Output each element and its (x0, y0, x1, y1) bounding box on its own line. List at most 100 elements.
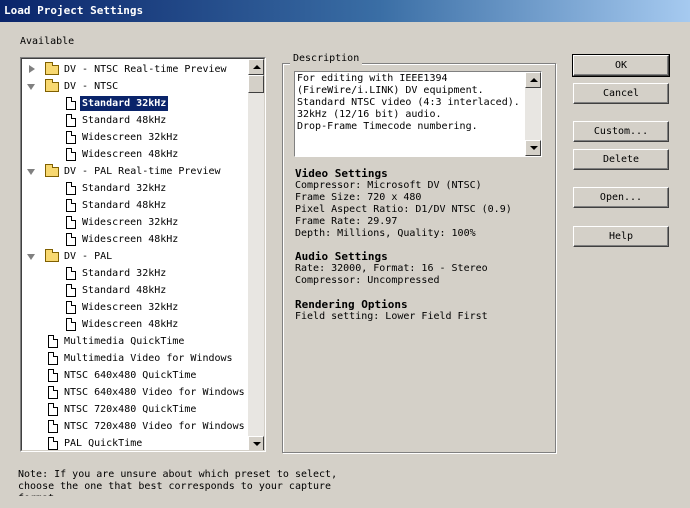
tree-preset-item[interactable]: Widescreen 48kHz (22, 146, 250, 163)
tree-preset-item[interactable]: Standard 48kHz (22, 112, 250, 129)
tree-item-label: Multimedia QuickTime (64, 336, 185, 347)
tree-item-label: NTSC 720x480 Video for Windows (64, 421, 245, 432)
video-line: Depth: Millions, Quality: 100% (295, 228, 476, 239)
tree-item-label: Widescreen 32kHz (82, 132, 179, 143)
tree-item-label: PAL QuickTime (64, 438, 143, 449)
rendering-options-section: Rendering Options Field setting: Lower F… (295, 299, 488, 323)
tree-preset-item[interactable]: Standard 48kHz (22, 197, 250, 214)
tree-item-label: Standard 32kHz (80, 96, 169, 111)
tree-item-label: Widescreen 48kHz (82, 319, 179, 330)
description-legend: Description (290, 52, 363, 66)
help-button[interactable]: Help (573, 226, 669, 247)
tree-item-label: NTSC 640x480 QuickTime (64, 370, 197, 381)
tree-preset-item[interactable]: NTSC 640x480 QuickTime (22, 367, 250, 384)
tree-item-label: Standard 48kHz (82, 285, 167, 296)
tree-folder-item[interactable]: DV - NTSC (22, 78, 250, 95)
expanded-arrow-icon[interactable] (27, 254, 35, 260)
desc-scroll-down-button[interactable] (525, 140, 541, 156)
document-icon (66, 148, 76, 161)
description-box[interactable]: For editing with IEEE1394 (FireWire/i.LI… (294, 71, 542, 157)
open-button[interactable]: Open... (573, 187, 669, 208)
tree-preset-item[interactable]: Widescreen 32kHz (22, 129, 250, 146)
delete-button[interactable]: Delete (573, 149, 669, 170)
rendering-line: Field setting: Lower Field First (295, 311, 488, 322)
note-text: Note: If you are unsure about which pres… (18, 469, 338, 496)
tree-preset-item[interactable]: Standard 32kHz (22, 95, 250, 112)
tree-item-label: Standard 32kHz (82, 183, 167, 194)
document-icon (48, 369, 58, 382)
cancel-button[interactable]: Cancel (573, 83, 669, 104)
ok-button[interactable]: OK (572, 54, 670, 77)
audio-line: Rate: 32000, Format: 16 - Stereo (295, 263, 488, 274)
scroll-thumb[interactable] (248, 75, 264, 93)
document-icon (48, 437, 58, 450)
tree-item-label: NTSC 720x480 QuickTime (64, 404, 197, 415)
document-icon (66, 97, 76, 110)
tree-preset-item[interactable]: Widescreen 48kHz (22, 316, 250, 333)
tree-preset-item[interactable]: Widescreen 32kHz (22, 214, 250, 231)
arrow-up-icon (530, 78, 538, 82)
tree-item-label: DV - NTSC (64, 81, 119, 92)
description-text: For editing with IEEE1394 (FireWire/i.LI… (297, 73, 520, 132)
tree-preset-item[interactable]: Widescreen 32kHz (22, 299, 250, 316)
document-icon (66, 182, 76, 195)
custom-button[interactable]: Custom... (573, 121, 669, 142)
tree-item-label: Multimedia Video for Windows (64, 353, 233, 364)
tree-preset-item[interactable]: Standard 48kHz (22, 282, 250, 299)
folder-icon (45, 249, 59, 262)
tree-preset-item[interactable]: NTSC 720x480 Video for Windows (22, 418, 250, 435)
tree-item-label: DV - NTSC Real-time Preview (64, 64, 227, 75)
arrow-down-icon (530, 146, 538, 150)
expanded-arrow-icon[interactable] (27, 84, 35, 90)
document-icon (48, 352, 58, 365)
document-icon (66, 216, 76, 229)
tree-preset-item[interactable]: PAL QuickTime (22, 435, 250, 450)
tree-preset-item[interactable]: NTSC 640x480 Video for Windows (22, 384, 250, 401)
tree-item-label: Widescreen 32kHz (82, 217, 179, 228)
tree-preset-item[interactable]: Multimedia Video for Windows (22, 350, 250, 367)
arrow-up-icon (253, 65, 261, 69)
tree-preset-item[interactable]: Standard 32kHz (22, 265, 250, 282)
video-line: Pixel Aspect Ratio: D1/DV NTSC (0.9) (295, 204, 512, 215)
scroll-up-button[interactable] (248, 59, 264, 75)
tree-item-label: Standard 48kHz (82, 115, 167, 126)
scroll-down-button[interactable] (248, 436, 264, 450)
document-icon (66, 131, 76, 144)
preset-tree[interactable]: DV - NTSC Real-time Preview DV - NTSC Stan… (20, 57, 266, 452)
description-scrollbar[interactable] (525, 72, 541, 156)
video-line: Frame Size: 720 x 480 (295, 192, 422, 203)
tree-item-label: Widescreen 32kHz (82, 302, 179, 313)
tree-preset-item[interactable]: NTSC 720x480 QuickTime (22, 401, 250, 418)
video-line: Compressor: Microsoft DV (NTSC) (295, 180, 482, 191)
tree-folder-item[interactable]: DV - PAL Real-time Preview (22, 163, 250, 180)
tree-item-label: NTSC 640x480 Video for Windows (64, 387, 245, 398)
expanded-arrow-icon[interactable] (27, 169, 35, 175)
video-settings-heading: Video Settings (295, 167, 388, 180)
audio-settings-heading: Audio Settings (295, 250, 388, 263)
folder-icon (45, 164, 59, 177)
tree-folder-item[interactable]: DV - NTSC Real-time Preview (22, 61, 250, 78)
tree-preset-item[interactable]: Widescreen 48kHz (22, 231, 250, 248)
tree-item-label: Widescreen 48kHz (82, 234, 179, 245)
document-icon (66, 318, 76, 331)
tree-folder-item[interactable]: DV - PAL (22, 248, 250, 265)
desc-scroll-up-button[interactable] (525, 72, 541, 88)
collapsed-arrow-icon[interactable] (29, 65, 35, 73)
document-icon (48, 386, 58, 399)
document-icon (48, 335, 58, 348)
tree-preset-item[interactable]: Standard 32kHz (22, 180, 250, 197)
document-icon (66, 233, 76, 246)
document-icon (66, 284, 76, 297)
tree-scrollbar[interactable] (248, 59, 264, 450)
window-title: Load Project Settings (4, 4, 144, 17)
preset-tree-body[interactable]: DV - NTSC Real-time Preview DV - NTSC Stan… (22, 59, 250, 450)
tree-preset-item[interactable]: Multimedia QuickTime (22, 333, 250, 350)
available-label: Available (20, 36, 75, 47)
document-icon (66, 114, 76, 127)
tree-item-label: DV - PAL Real-time Preview (64, 166, 221, 177)
folder-icon (45, 79, 59, 92)
audio-line: Compressor: Uncompressed (295, 275, 440, 286)
tree-item-label: Standard 48kHz (82, 200, 167, 211)
title-bar: Load Project Settings (0, 0, 690, 22)
tree-item-label: Standard 32kHz (82, 268, 167, 279)
